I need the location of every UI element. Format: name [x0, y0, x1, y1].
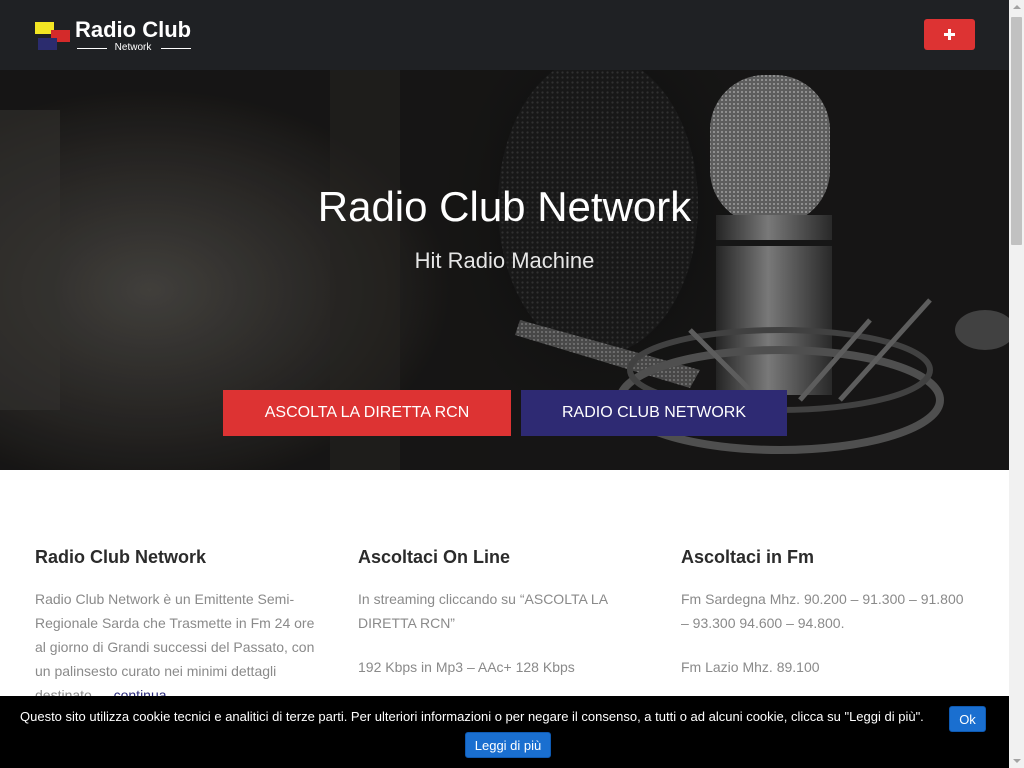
- menu-toggle-button[interactable]: [924, 19, 975, 50]
- fm-column: Ascoltaci in Fm Fm Sardegna Mhz. 90.200 …: [681, 544, 971, 699]
- about-heading: Radio Club Network: [35, 547, 207, 567]
- online-heading: Ascoltaci On Line: [358, 547, 511, 567]
- logo-mark-icon: [35, 22, 71, 50]
- scroll-up-arrow-icon[interactable]: [1009, 0, 1024, 15]
- logo-subtitle: Network: [75, 42, 191, 54]
- about-text: Radio Club Network è un Emittente Semi-R…: [35, 591, 315, 703]
- scrollbar-thumb[interactable]: [1011, 17, 1022, 245]
- cookie-ok-button[interactable]: Ok: [949, 706, 986, 732]
- hero-banner: Radio Club Network Hit Radio Machine ASC…: [0, 70, 1009, 470]
- online-column: Ascoltaci On Line In streaming cliccando…: [358, 544, 648, 699]
- fm-lazio: Fm Lazio Mhz. 89.100: [681, 659, 820, 675]
- radio-club-network-button[interactable]: RADIO CLUB NETWORK: [521, 390, 787, 436]
- page-scrollbar[interactable]: [1009, 0, 1024, 768]
- hero-title: Radio Club Network: [317, 183, 692, 230]
- logo-title: Radio Club: [75, 17, 192, 42]
- plus-icon: [944, 29, 955, 40]
- fm-heading: Ascoltaci in Fm: [681, 547, 815, 567]
- site-header: Radio Club Network: [0, 0, 1009, 70]
- cookie-read-more-button[interactable]: Leggi di più: [465, 732, 551, 758]
- hero-subtitle: Hit Radio Machine: [414, 248, 595, 273]
- online-text: In streaming cliccando su “ASCOLTA LA DI…: [358, 591, 608, 631]
- site-logo[interactable]: Radio Club Network: [35, 18, 195, 54]
- scroll-down-arrow-icon[interactable]: [1009, 753, 1024, 768]
- online-bitrate: 192 Kbps in Mp3 – AAc+ 128 Kbps: [358, 659, 575, 675]
- fm-sardegna: Fm Sardegna Mhz. 90.200 – 91.300 – 91.80…: [681, 591, 964, 631]
- cookie-banner: Questo sito utilizza cookie tecnici e an…: [0, 696, 1009, 768]
- listen-live-button[interactable]: ASCOLTA LA DIRETTA RCN: [223, 390, 511, 436]
- cookie-text: Questo sito utilizza cookie tecnici e an…: [20, 709, 924, 724]
